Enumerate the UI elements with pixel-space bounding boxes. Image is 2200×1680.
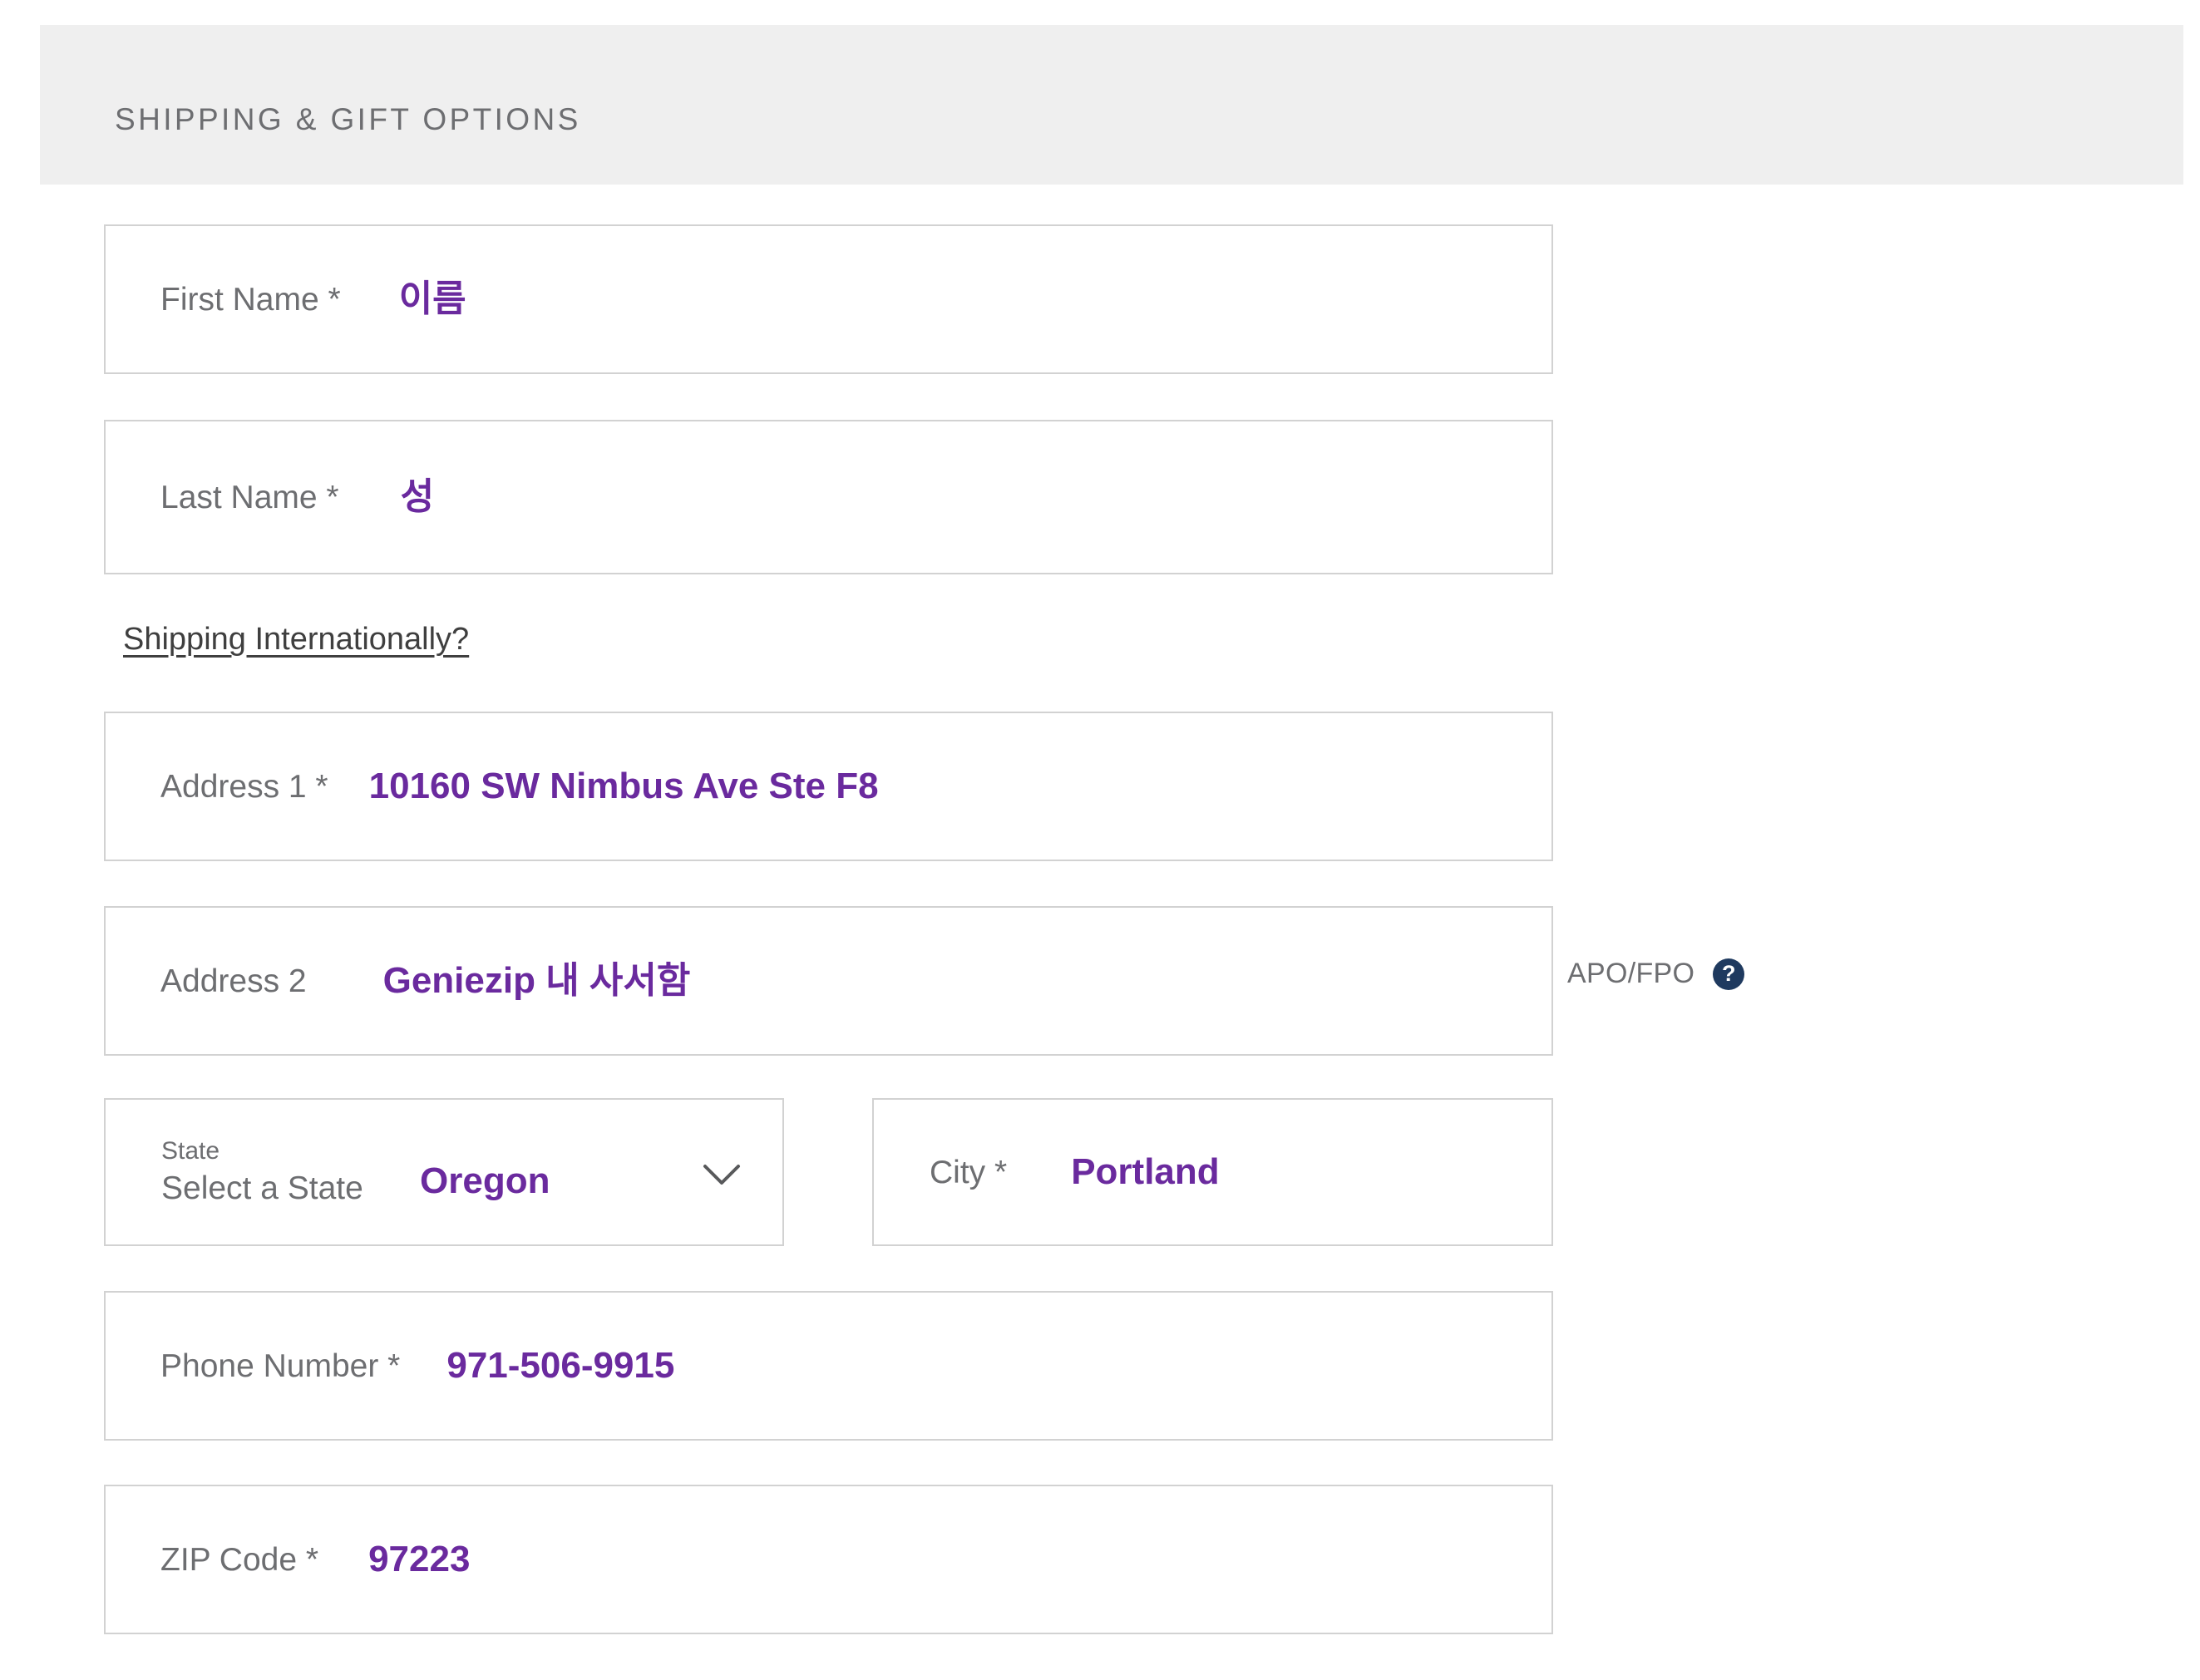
phone-number-value: 971-506-9915 bbox=[446, 1345, 675, 1386]
first-name-field[interactable]: First Name * 이름 bbox=[104, 224, 1553, 374]
address-2-label: Address 2 bbox=[160, 963, 307, 999]
state-value: Oregon bbox=[420, 1160, 550, 1201]
last-name-field[interactable]: Last Name * 성 bbox=[104, 420, 1553, 574]
zip-code-row: ZIP Code * 97223 bbox=[106, 1486, 1551, 1633]
help-icon[interactable]: ? bbox=[1713, 958, 1745, 990]
shipping-section-header: SHIPPING & GIFT OPTIONS bbox=[40, 25, 2183, 185]
address-1-field[interactable]: Address 1 * 10160 SW Nimbus Ave Ste F8 bbox=[104, 712, 1553, 861]
state-placeholder: Select a State bbox=[161, 1170, 363, 1207]
phone-number-row: Phone Number * 971-506-9915 bbox=[106, 1293, 1551, 1439]
zip-code-field[interactable]: ZIP Code * 97223 bbox=[104, 1485, 1553, 1634]
last-name-value: 성 bbox=[400, 476, 435, 517]
city-field[interactable]: City * Portland bbox=[872, 1098, 1553, 1246]
phone-number-label: Phone Number * bbox=[160, 1347, 401, 1384]
section-title: SHIPPING & GIFT OPTIONS bbox=[115, 102, 581, 136]
address-1-value: 10160 SW Nimbus Ave Ste F8 bbox=[368, 766, 879, 806]
address-2-field[interactable]: Address 2 Geniezip 내 사서함 bbox=[104, 906, 1553, 1056]
shipping-internationally-link[interactable]: Shipping Internationally? bbox=[123, 622, 469, 658]
city-label: City * bbox=[930, 1154, 1008, 1190]
city-value: Portland bbox=[1071, 1151, 1220, 1192]
apo-fpo-label: APO/FPO bbox=[1567, 958, 1695, 989]
first-name-value: 이름 bbox=[398, 278, 466, 319]
state-label: State bbox=[161, 1137, 220, 1165]
zip-code-value: 97223 bbox=[368, 1539, 471, 1579]
address-1-row: Address 1 * 10160 SW Nimbus Ave Ste F8 bbox=[106, 713, 1551, 860]
phone-number-field[interactable]: Phone Number * 971-506-9915 bbox=[104, 1291, 1553, 1441]
address-2-row: Address 2 Geniezip 내 사서함 bbox=[106, 908, 1551, 1054]
state-select[interactable]: State Select a State Oregon bbox=[104, 1098, 784, 1246]
state-text-stack: State Select a State bbox=[161, 1135, 363, 1210]
zip-code-label: ZIP Code * bbox=[160, 1541, 319, 1578]
apo-fpo-group: APO/FPO ? bbox=[1567, 958, 1745, 990]
address-1-label: Address 1 * bbox=[160, 768, 328, 805]
last-name-label: Last Name * bbox=[160, 479, 339, 515]
first-name-label: First Name * bbox=[160, 281, 341, 318]
city-row: City * Portland bbox=[874, 1100, 1551, 1244]
last-name-row: Last Name * 성 bbox=[106, 421, 1551, 573]
address-2-value: Geniezip 내 사서함 bbox=[382, 960, 691, 1001]
first-name-row: First Name * 이름 bbox=[106, 226, 1551, 372]
chevron-down-icon[interactable] bbox=[703, 1164, 741, 1185]
